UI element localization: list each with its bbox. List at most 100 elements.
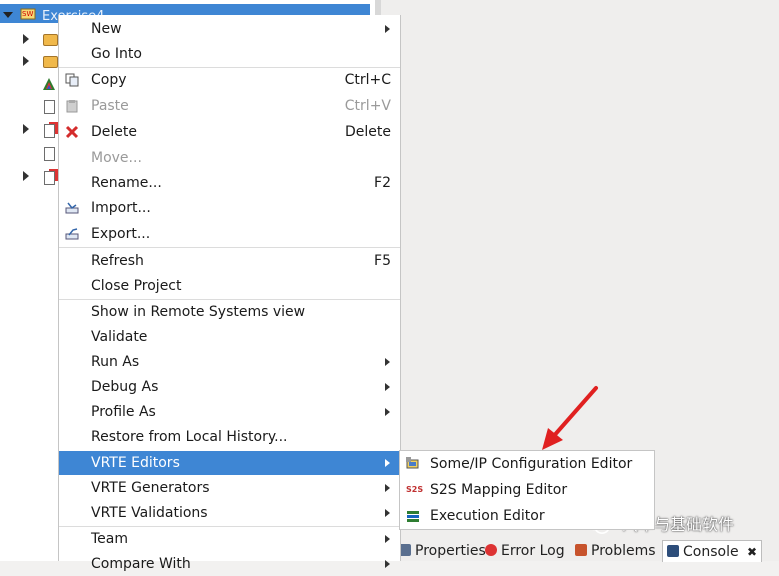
menu-item-team[interactable]: Team — [59, 527, 400, 551]
tree-node-file[interactable] — [0, 97, 60, 117]
menu-item-validate[interactable]: Validate — [59, 325, 400, 349]
red-file-icon — [44, 171, 55, 185]
menu-item-restore-history[interactable]: Restore from Local History... — [59, 425, 400, 449]
menu-item-profile-as[interactable]: Profile As — [59, 400, 400, 424]
submenu-item-s2s-mapping[interactable]: S2S S2S Mapping Editor — [400, 477, 654, 503]
expand-triangle-icon[interactable] — [23, 124, 29, 134]
tab-error-log[interactable]: Error Log — [485, 540, 565, 561]
close-icon[interactable]: ✖ — [747, 545, 757, 559]
menu-item-label: VRTE Validations — [91, 505, 208, 521]
menu-item-compare-with[interactable]: Compare With — [59, 552, 400, 576]
menu-item-label: Export... — [91, 226, 151, 242]
menu-item-copy[interactable]: Copy Ctrl+C — [59, 68, 400, 92]
menu-item-label: Compare With — [91, 556, 191, 572]
menu-item-label: Move... — [91, 150, 142, 166]
annotation-arrow-icon — [542, 386, 598, 450]
tree-node-file[interactable] — [0, 143, 60, 163]
menu-item-vrte-editors[interactable]: VRTE Editors — [59, 451, 400, 475]
context-menu[interactable]: New Go Into Copy Ctrl+C Paste Ctrl+V Del… — [58, 15, 401, 572]
expand-triangle-icon[interactable] — [23, 171, 29, 181]
menu-item-go-into[interactable]: Go Into — [59, 42, 400, 66]
menu-item-move[interactable]: Move... — [59, 146, 400, 170]
menu-item-label: Show in Remote Systems view — [91, 304, 306, 320]
menu-item-label: Go Into — [91, 46, 142, 62]
menu-item-close-project[interactable]: Close Project — [59, 274, 400, 298]
vrte-editors-submenu[interactable]: Some/IP Configuration Editor S2S S2S Map… — [399, 450, 655, 530]
submenu-arrow-icon — [385, 560, 390, 568]
menu-item-label: Profile As — [91, 404, 156, 420]
menu-item-shortcut: Ctrl+V — [344, 98, 391, 114]
delete-icon — [65, 125, 79, 139]
menu-item-shortcut: Ctrl+C — [344, 72, 391, 88]
menu-item-delete[interactable]: Delete Delete — [59, 120, 400, 144]
menu-item-label: New — [91, 21, 122, 37]
menu-item-label: VRTE Editors — [91, 455, 180, 471]
submenu-arrow-icon — [385, 459, 390, 467]
tree-node-folder[interactable] — [0, 29, 60, 49]
submenu-item-someip-editor[interactable]: Some/IP Configuration Editor — [400, 451, 654, 477]
import-icon — [65, 202, 79, 214]
svg-text:SW: SW — [22, 10, 33, 18]
submenu-item-label: Some/IP Configuration Editor — [430, 456, 633, 472]
submenu-arrow-icon — [385, 535, 390, 543]
menu-item-debug-as[interactable]: Debug As — [59, 375, 400, 399]
tree-node-file[interactable] — [0, 119, 60, 139]
paste-icon — [66, 100, 78, 113]
arxml-icon — [43, 78, 55, 90]
tree-node-file[interactable] — [0, 74, 60, 94]
menu-item-label: Paste — [91, 98, 129, 114]
tab-problems[interactable]: Problems — [575, 540, 656, 561]
expand-triangle-icon[interactable] — [23, 34, 29, 44]
copy-icon — [65, 73, 79, 87]
menu-item-vrte-generators[interactable]: VRTE Generators — [59, 476, 400, 500]
submenu-arrow-icon — [385, 509, 390, 517]
tab-problems-label: Problems — [591, 543, 656, 559]
submenu-arrow-icon — [385, 408, 390, 416]
menu-item-label: Team — [91, 531, 129, 547]
menu-item-run-as[interactable]: Run As — [59, 350, 400, 374]
tree-node-file[interactable] — [0, 166, 60, 186]
submenu-item-execution-editor[interactable]: Execution Editor — [400, 503, 654, 529]
menu-item-label: Copy — [91, 72, 127, 88]
submenu-item-label: Execution Editor — [430, 508, 545, 524]
menu-item-rename[interactable]: Rename... F2 — [59, 171, 400, 195]
tab-error-log-label: Error Log — [501, 543, 565, 559]
tab-properties[interactable]: Properties — [399, 540, 486, 561]
menu-item-vrte-validations[interactable]: VRTE Validations — [59, 501, 400, 525]
problems-icon — [575, 544, 587, 556]
menu-item-shortcut: F2 — [374, 175, 391, 191]
menu-item-new[interactable]: New — [59, 17, 400, 41]
folder-icon — [43, 56, 58, 68]
someip-editor-icon — [406, 457, 419, 469]
menu-item-paste[interactable]: Paste Ctrl+V — [59, 94, 400, 118]
tree-node-folder[interactable] — [0, 51, 60, 71]
text-file-icon — [44, 147, 55, 161]
menu-item-label: Restore from Local History... — [91, 429, 288, 445]
menu-item-label: Rename... — [91, 175, 162, 191]
menu-item-export[interactable]: Export... — [59, 222, 400, 246]
tab-console-label: Console — [683, 544, 739, 560]
menu-item-label: Delete — [91, 124, 137, 140]
collapse-triangle-icon[interactable] — [3, 12, 13, 18]
menu-item-show-remote[interactable]: Show in Remote Systems view — [59, 300, 400, 324]
menu-item-label: Validate — [91, 329, 148, 345]
tab-properties-label: Properties — [415, 543, 486, 559]
menu-item-label: VRTE Generators — [91, 480, 210, 496]
project-icon: SW — [20, 8, 36, 20]
tab-console[interactable]: Console ✖ — [662, 540, 763, 562]
menu-separator — [59, 247, 400, 248]
submenu-arrow-icon — [385, 383, 390, 391]
menu-item-label: Import... — [91, 200, 151, 216]
submenu-item-label: S2S Mapping Editor — [430, 482, 568, 498]
c-file-icon — [44, 100, 55, 114]
menu-item-import[interactable]: Import... — [59, 196, 400, 220]
expand-triangle-icon[interactable] — [23, 56, 29, 66]
menu-item-label: Debug As — [91, 379, 159, 395]
submenu-arrow-icon — [385, 358, 390, 366]
menu-item-refresh[interactable]: Refresh F5 — [59, 249, 400, 273]
menu-item-label: Run As — [91, 354, 140, 370]
menu-item-label: Refresh — [91, 253, 144, 269]
error-log-icon — [485, 544, 497, 556]
s2s-icon: S2S — [406, 485, 424, 494]
submenu-arrow-icon — [385, 25, 390, 33]
